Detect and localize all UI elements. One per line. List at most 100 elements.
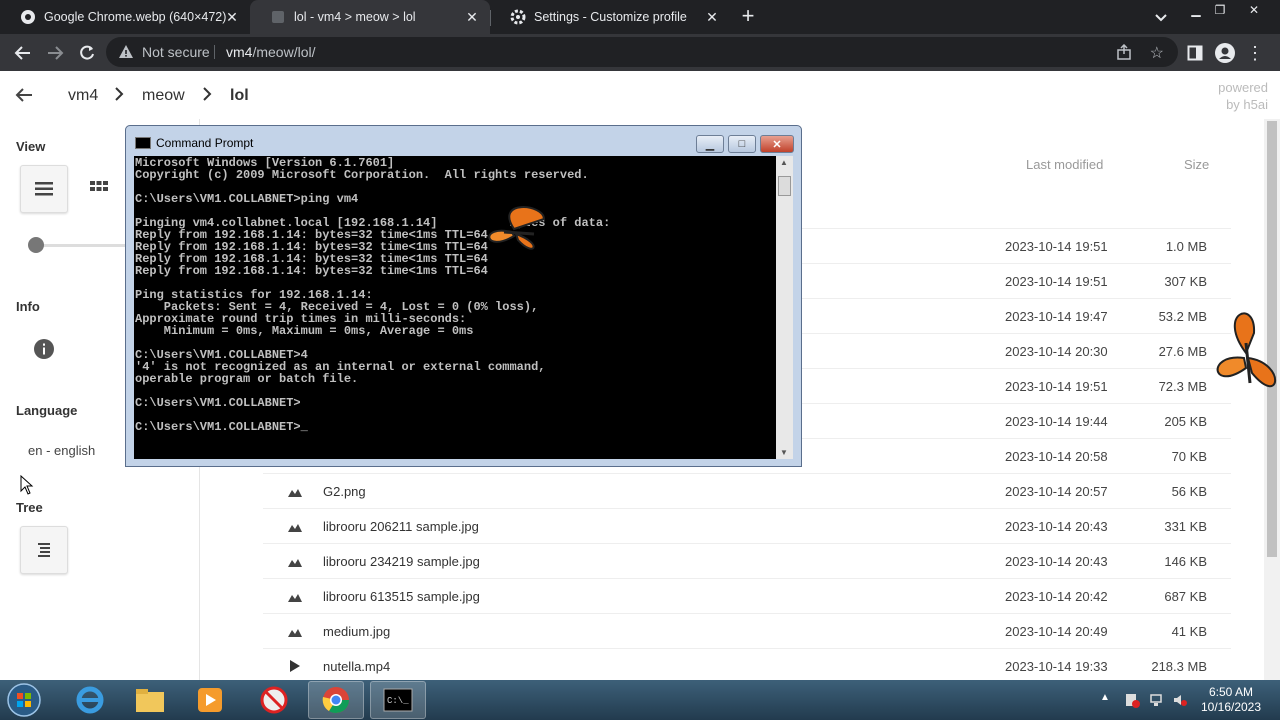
tab-settings[interactable]: Settings - Customize profile ✕	[490, 0, 730, 34]
file-name[interactable]: medium.jpg	[323, 624, 390, 639]
cmd-minimize-button[interactable]: ▁	[696, 135, 724, 153]
scroll-up-icon[interactable]: ▲	[780, 158, 788, 167]
image-icon	[287, 589, 303, 605]
address-bar[interactable]: Not secure vm4/meow/lol/ ☆	[106, 37, 1178, 67]
grid-view-icon[interactable]	[90, 181, 108, 202]
tab-search-chevron-icon[interactable]	[1152, 8, 1170, 26]
file-explorer-icon[interactable]	[122, 681, 178, 719]
restore-window-icon[interactable]: ❐	[1210, 2, 1230, 18]
column-header-last-modified[interactable]: Last modified	[1026, 157, 1103, 172]
cmd-console[interactable]: Microsoft Windows [Version 6.1.7601] Copy…	[134, 156, 776, 459]
cmd-title: Command Prompt	[156, 136, 254, 150]
cmd-maximize-button[interactable]: □	[728, 135, 756, 153]
browser-tab-strip: Google Chrome.webp (640×472) ✕ lol - vm4…	[0, 0, 1280, 34]
file-date: 2023-10-14 19:51	[1005, 239, 1108, 254]
warning-icon[interactable]	[118, 44, 134, 65]
language-select[interactable]: en - english	[28, 443, 95, 458]
icon-size-slider-handle[interactable]	[28, 237, 44, 253]
network-icon[interactable]	[1148, 692, 1164, 708]
back-arrow-icon[interactable]	[14, 85, 34, 110]
forward-button[interactable]	[44, 42, 66, 64]
file-size: 205 KB	[1164, 414, 1207, 429]
command-prompt-window[interactable]: Command Prompt ▁ □ ✕ Microsoft Windows […	[125, 125, 802, 467]
crumb-vm4[interactable]: vm4	[68, 87, 98, 105]
file-name[interactable]: librooru 206211 sample.jpg	[323, 519, 479, 534]
file-row[interactable]: G2.png 2023-10-14 20:57 56 KB	[263, 473, 1231, 508]
menu-kebab-icon[interactable]: ⋮	[1244, 42, 1266, 64]
page-icon	[270, 9, 286, 25]
share-icon[interactable]	[1116, 43, 1132, 65]
file-name[interactable]: librooru 613515 sample.jpg	[323, 589, 480, 604]
close-tab-icon[interactable]: ✕	[464, 9, 480, 25]
info-icon[interactable]	[34, 339, 54, 364]
cmd-scrollbar-thumb[interactable]	[778, 176, 791, 196]
profile-avatar-icon[interactable]	[1214, 42, 1236, 64]
media-player-icon[interactable]	[182, 681, 238, 719]
minimize-window-icon[interactable]: ▁	[1186, 2, 1206, 18]
file-size: 687 KB	[1164, 589, 1207, 604]
start-button[interactable]	[4, 681, 44, 719]
file-row[interactable]: librooru 234219 sample.jpg 2023-10-14 20:…	[263, 543, 1231, 578]
url-text[interactable]: vm4/meow/lol/	[226, 44, 315, 60]
file-size: 27.6 MB	[1158, 344, 1207, 359]
file-date: 2023-10-14 19:33	[1005, 659, 1108, 674]
column-header-size[interactable]: Size	[1184, 157, 1209, 172]
url-path: /meow/lol/	[252, 44, 316, 60]
breadcrumb: vm4 meow lol powered by h5ai	[0, 71, 1268, 119]
cmd-scrollbar[interactable]: ▲ ▼	[776, 156, 793, 459]
new-tab-button[interactable]: +	[738, 5, 758, 27]
internet-explorer-icon[interactable]	[62, 681, 118, 719]
bookmark-star-icon[interactable]: ☆	[1150, 43, 1164, 63]
action-center-icon[interactable]	[1124, 692, 1140, 708]
crumb-lol[interactable]: lol	[230, 87, 249, 105]
side-panel-icon[interactable]	[1184, 42, 1206, 64]
close-tab-icon[interactable]: ✕	[704, 9, 720, 25]
close-tab-icon[interactable]: ✕	[224, 9, 240, 25]
tab-lol-active[interactable]: lol - vm4 > meow > lol ✕	[250, 0, 490, 34]
tab-google-chrome-image[interactable]: Google Chrome.webp (640×472) ✕	[0, 0, 250, 34]
file-name[interactable]: G2.png	[323, 484, 366, 499]
crumb-meow[interactable]: meow	[142, 87, 185, 105]
butterfly-image	[474, 204, 554, 263]
volume-muted-icon[interactable]	[1172, 692, 1188, 708]
cmd-window-icon	[135, 137, 151, 149]
file-date: 2023-10-14 19:47	[1005, 309, 1108, 324]
file-row[interactable]: librooru 613515 sample.jpg 2023-10-14 20:…	[263, 578, 1231, 613]
url-host: vm4	[226, 44, 253, 60]
chrome-icon	[20, 9, 36, 25]
file-row[interactable]: nutella.mp4 2023-10-14 19:33 218.3 MB	[263, 648, 1231, 680]
chevron-right-icon	[114, 86, 124, 107]
file-row[interactable]: medium.jpg 2023-10-14 20:49 41 KB	[263, 613, 1231, 648]
cmd-taskbar-icon[interactable]: C:\_	[370, 681, 426, 719]
cmd-titlebar[interactable]: Command Prompt ▁ □ ✕	[126, 126, 801, 156]
cmd-line: Reply from 192.168.1.14: bytes=32 time<1…	[135, 264, 488, 278]
file-name[interactable]: librooru 234219 sample.jpg	[323, 554, 480, 569]
reload-button[interactable]	[76, 42, 98, 64]
tab-title: Google Chrome.webp (640×472)	[44, 10, 227, 24]
powered-by-h5ai[interactable]: powered by h5ai	[1204, 79, 1268, 113]
play-icon	[287, 659, 303, 675]
chevron-right-icon	[202, 86, 212, 107]
not-secure-label[interactable]: Not secure	[142, 44, 210, 60]
file-row[interactable]: librooru 206211 sample.jpg 2023-10-14 20:…	[263, 508, 1231, 543]
browser-toolbar: Not secure vm4/meow/lol/ ☆ ⋮	[0, 34, 1280, 71]
file-date: 2023-10-14 19:51	[1005, 379, 1108, 394]
list-view-button[interactable]	[20, 165, 68, 213]
cmd-close-button[interactable]: ✕	[760, 135, 794, 153]
icon-size-slider-track[interactable]	[34, 244, 134, 247]
tray-expand-icon[interactable]: ▲	[1100, 692, 1116, 708]
omnibox-separator	[214, 45, 215, 59]
file-name[interactable]: nutella.mp4	[323, 659, 390, 674]
chrome-taskbar-icon[interactable]	[308, 681, 364, 719]
tree-heading: Tree	[16, 500, 43, 515]
scroll-down-icon[interactable]: ▼	[780, 448, 788, 457]
file-size: 41 KB	[1171, 624, 1207, 639]
back-button[interactable]	[12, 42, 34, 64]
image-icon	[287, 484, 303, 500]
blocked-app-icon[interactable]	[246, 681, 302, 719]
close-window-icon[interactable]: ✕	[1244, 2, 1264, 18]
file-date: 2023-10-14 20:43	[1005, 554, 1108, 569]
tree-toggle-button[interactable]	[20, 526, 68, 574]
file-date: 2023-10-14 20:30	[1005, 344, 1108, 359]
system-clock[interactable]: 6:50 AM 10/16/2023	[1196, 685, 1266, 715]
